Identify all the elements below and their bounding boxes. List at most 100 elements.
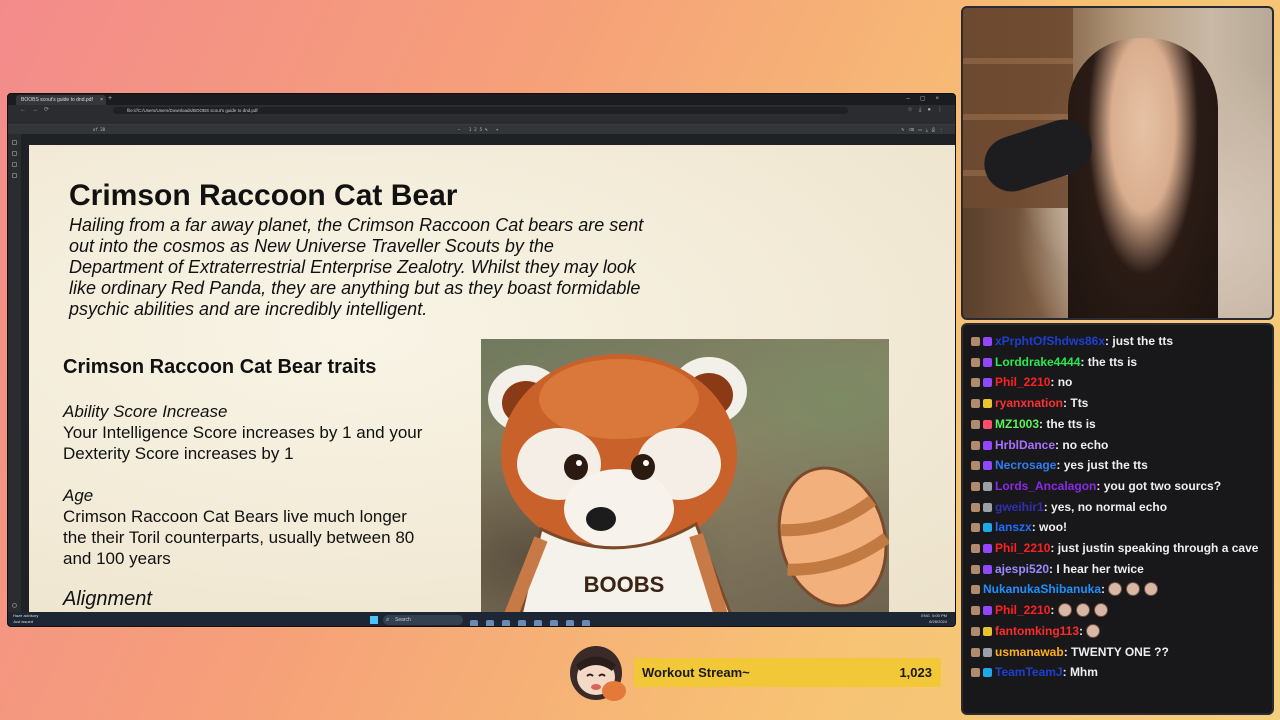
chat-username[interactable]: TeamTeamJ (995, 665, 1063, 679)
chat-username[interactable]: Phil_2210 (995, 375, 1050, 389)
weather-widget[interactable]: Haze advisory Just issued (13, 613, 38, 625)
browser-tab[interactable]: BOOBS scout's guide to dnd.pdf × (16, 95, 106, 105)
goal-value: 1,023 (899, 665, 932, 680)
chat-username[interactable]: Necrosage (995, 458, 1056, 472)
pdf-tools[interactable]: ✎⌫▭⤓⎙⋮ (901, 125, 947, 134)
chat-username[interactable]: ryanxnation (995, 396, 1063, 410)
taskbar-app-icon[interactable] (566, 620, 574, 626)
browser-toolbar-icons[interactable]: ☆⤓●⋮ (907, 105, 949, 116)
close-tab-icon[interactable]: × (100, 95, 103, 105)
window-controls[interactable]: –▢× (906, 94, 949, 104)
emote-icon (1075, 603, 1090, 618)
chat-message: NukanukaShibanuka: (971, 579, 1264, 600)
taskbar-app-icon[interactable] (486, 620, 494, 626)
emote-icon (1126, 582, 1141, 597)
tray-time: 5:00 PM (932, 613, 947, 618)
sub-badge-icon (983, 523, 992, 533)
chat-username[interactable]: HrblDance (995, 438, 1055, 452)
chat-username[interactable]: lanszx (995, 520, 1032, 534)
chat-username[interactable]: gweihir1 (995, 500, 1044, 514)
chat-username[interactable]: fantomking113 (995, 624, 1079, 638)
sidebar-icon-2[interactable] (12, 151, 17, 156)
chat-badge-icon (971, 606, 980, 616)
chat-username[interactable]: MZ1003 (995, 417, 1039, 431)
new-tab-button[interactable]: + (108, 94, 112, 104)
trait-heading: Alignment (63, 588, 152, 610)
chat-text: yes just the tts (1063, 458, 1148, 473)
chat-panel: xPrphtOfShdws86x: just the tts Lorddrake4… (961, 323, 1274, 715)
chat-badge-icon (971, 399, 980, 409)
chat-username[interactable]: Phil_2210 (995, 541, 1050, 555)
red-panda-image: BOOBS (481, 339, 889, 613)
traits-heading: Crimson Raccoon Cat Bear traits (63, 356, 377, 378)
chat-username[interactable]: xPrphtOfShdws86x (995, 334, 1105, 348)
sub-badge-icon (983, 399, 992, 409)
forehead (539, 359, 699, 439)
sidebar-icon-1[interactable] (12, 140, 17, 145)
taskbar-app-icon[interactable] (518, 620, 526, 626)
address-bar-row: ←→⟳ file:///C:/Users/Users/Downloads/BOO… (8, 105, 955, 116)
taskbar-app-icon[interactable] (502, 620, 510, 626)
nav-buttons[interactable]: ←→⟳ (20, 105, 55, 116)
chat-text: no echo (1062, 437, 1109, 452)
right-eye (631, 454, 655, 480)
windows-start-icon[interactable] (370, 616, 378, 624)
chat-username[interactable]: NukanukaShibanuka (983, 582, 1101, 596)
system-tray[interactable]: ENG 5:00 PM 6/28/2024 (921, 613, 947, 625)
chat-badge-icon (971, 626, 980, 636)
left-eye (564, 454, 588, 480)
sub-badge-icon (983, 481, 992, 491)
chat-text: I hear her twice (1056, 561, 1144, 576)
sub-badge-icon (983, 647, 992, 657)
chat-message: fantomking113: (971, 621, 1264, 642)
pdf-zoom[interactable]: − 125% + (458, 125, 501, 134)
chat-message: lanszx: woo! (971, 517, 1264, 538)
chat-text: no (1057, 375, 1073, 390)
chat-username[interactable]: usmanawab (995, 645, 1064, 659)
search-placeholder: Search (395, 617, 411, 623)
weather-line-2: Just issued (13, 619, 34, 624)
chat-badge-icon (971, 502, 980, 512)
chat-text: Tts (1070, 396, 1089, 411)
chat-text: just the tts (1112, 334, 1174, 348)
chat-separator: : (1062, 665, 1070, 680)
taskbar-search[interactable]: ⌕ Search (383, 615, 463, 625)
chat-separator: : (1031, 520, 1040, 535)
sub-badge-icon (983, 606, 992, 616)
emote-icon (1144, 582, 1159, 597)
url-field[interactable]: file:///C:/Users/Users/Downloads/BOOBS s… (113, 107, 848, 114)
chat-badge-icon (971, 481, 980, 491)
emote-icon (1093, 603, 1108, 618)
chat-badge-icon (971, 544, 980, 554)
taskbar-app-icon[interactable] (582, 620, 590, 626)
sub-badge-icon (983, 378, 992, 388)
gear-icon[interactable] (12, 603, 17, 608)
sidebar-icon-4[interactable] (12, 173, 17, 178)
sidebar-icon-3[interactable] (12, 162, 17, 167)
chat-text: just justin speaking through a cave (1057, 541, 1259, 556)
taskbar-app-icon[interactable] (550, 620, 558, 626)
chat-text: woo! (1039, 520, 1068, 535)
chat-message: HrblDance: no echo (971, 435, 1264, 456)
chat-message: xPrphtOfShdws86x: just the tts (971, 331, 1264, 352)
pdf-page-label[interactable]: of 28 (93, 125, 105, 134)
sub-badge-icon (983, 626, 992, 636)
left-eye-shine (576, 460, 582, 466)
trait-age: Age Crimson Raccoon Cat Bears live much … (63, 485, 433, 569)
chat-username[interactable]: ajespi520 (995, 562, 1049, 576)
pdf-toolbar: of 28 − 125% + ✎⌫▭⤓⎙⋮ (8, 125, 955, 134)
taskbar-app-icon[interactable] (470, 620, 478, 626)
chat-username[interactable]: Lorddrake4444 (995, 355, 1080, 369)
right-eye-shine (643, 460, 649, 466)
taskbar-app-icon[interactable] (534, 620, 542, 626)
trait-heading: Age (63, 486, 94, 505)
chat-separator: : (1079, 623, 1087, 638)
sub-badge-icon (983, 564, 992, 574)
chat-message: ryanxnation: Tts (971, 393, 1264, 414)
chat-message: Necrosage: yes just the tts (971, 455, 1264, 476)
chat-text: you got two sourcs? (1103, 478, 1222, 493)
chat-username[interactable]: Lords_Ancalagon (995, 479, 1096, 493)
pdf-title: Crimson Raccoon Cat Bear (69, 179, 458, 212)
chat-text: TWENTY ONE ?? (1071, 644, 1169, 659)
chat-username[interactable]: Phil_2210 (995, 603, 1050, 617)
